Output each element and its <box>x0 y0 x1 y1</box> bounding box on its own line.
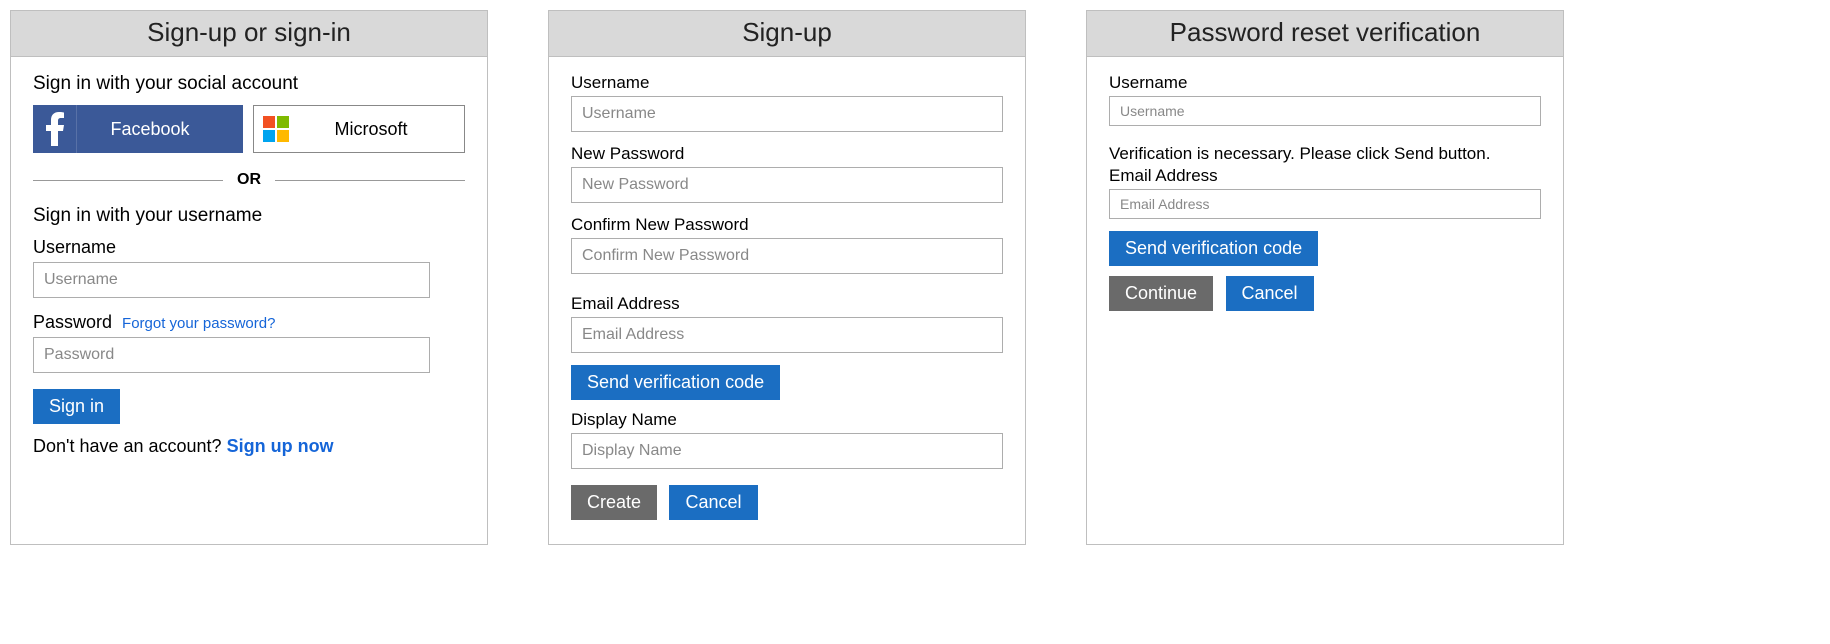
forgot-password-link[interactable]: Forgot your password? <box>122 315 275 332</box>
signin-password-input[interactable] <box>33 337 430 373</box>
signup-email-label: Email Address <box>571 294 1003 314</box>
reset-body: Username Verification is necessary. Plea… <box>1087 57 1563 335</box>
signup-send-code-button[interactable]: Send verification code <box>571 365 780 400</box>
reset-title: Password reset verification <box>1170 17 1481 47</box>
signup-title: Sign-up <box>742 17 832 47</box>
signin-header: Sign-up or sign-in <box>11 11 487 57</box>
signup-panel: Sign-up Username New Password Confirm Ne… <box>548 10 1026 545</box>
signup-header: Sign-up <box>549 11 1025 57</box>
or-divider: OR <box>33 171 465 189</box>
signin-password-label: Password <box>33 312 112 333</box>
signup-now-link[interactable]: Sign up now <box>227 436 334 456</box>
microsoft-button[interactable]: Microsoft <box>253 105 465 153</box>
signin-username-label: Username <box>33 237 465 258</box>
no-account-prompt: Don't have an account? Sign up now <box>33 436 465 457</box>
signup-confirm-label: Confirm New Password <box>571 215 1003 235</box>
microsoft-label: Microsoft <box>298 119 464 140</box>
signin-button[interactable]: Sign in <box>33 389 120 424</box>
reset-header: Password reset verification <box>1087 11 1563 57</box>
signin-body: Sign in with your social account Faceboo… <box>11 57 487 475</box>
facebook-button[interactable]: Facebook <box>33 105 243 153</box>
signup-newpass-input[interactable] <box>571 167 1003 203</box>
reset-username-label: Username <box>1109 73 1541 93</box>
signup-username-input[interactable] <box>571 96 1003 132</box>
divider-line-right <box>275 180 465 181</box>
reset-panel: Password reset verification Username Ver… <box>1086 10 1564 545</box>
signin-panel: Sign-up or sign-in Sign in with your soc… <box>10 10 488 545</box>
reset-send-code-button[interactable]: Send verification code <box>1109 231 1318 266</box>
signup-newpass-label: New Password <box>571 144 1003 164</box>
reset-cancel-button[interactable]: Cancel <box>1226 276 1314 311</box>
signup-confirm-input[interactable] <box>571 238 1003 274</box>
microsoft-icon <box>254 106 298 152</box>
signup-display-input[interactable] <box>571 433 1003 469</box>
signup-create-button[interactable]: Create <box>571 485 657 520</box>
reset-email-label: Email Address <box>1109 166 1541 186</box>
divider-line-left <box>33 180 223 181</box>
divider-text: OR <box>223 171 275 189</box>
reset-email-input[interactable] <box>1109 189 1541 219</box>
social-heading: Sign in with your social account <box>33 73 465 95</box>
reset-info-text: Verification is necessary. Please click … <box>1109 144 1541 164</box>
signup-cancel-button[interactable]: Cancel <box>669 485 757 520</box>
no-account-text: Don't have an account? <box>33 436 227 456</box>
signup-display-label: Display Name <box>571 410 1003 430</box>
signup-username-label: Username <box>571 73 1003 93</box>
username-heading: Sign in with your username <box>33 205 465 227</box>
social-buttons: Facebook Microsoft <box>33 105 465 153</box>
reset-continue-button[interactable]: Continue <box>1109 276 1213 311</box>
signup-body: Username New Password Confirm New Passwo… <box>549 57 1025 544</box>
facebook-label: Facebook <box>77 119 243 140</box>
signin-title: Sign-up or sign-in <box>147 17 351 47</box>
facebook-icon <box>33 105 77 153</box>
reset-username-input[interactable] <box>1109 96 1541 126</box>
signup-email-input[interactable] <box>571 317 1003 353</box>
signin-username-input[interactable] <box>33 262 430 298</box>
